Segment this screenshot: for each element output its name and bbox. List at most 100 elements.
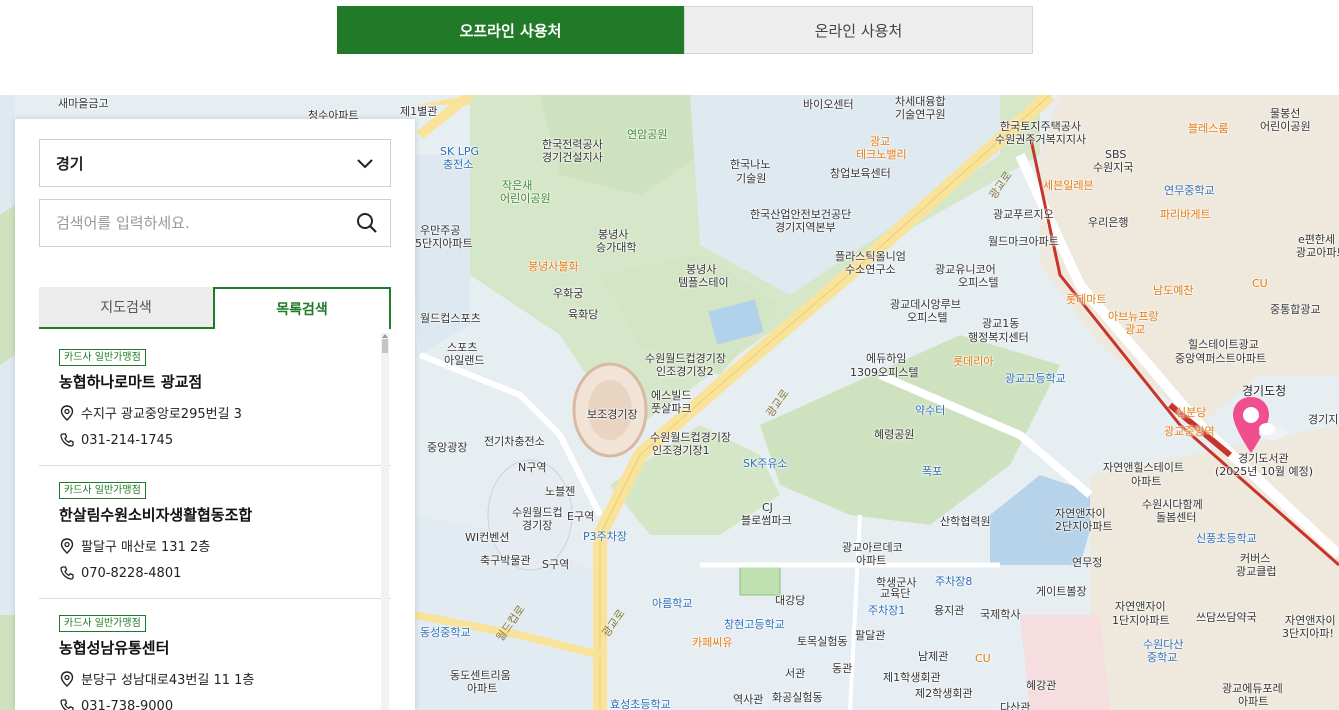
map-place-label: e편한세 [1298,233,1336,246]
map-place-label: 광교데시앙루브 [890,298,961,311]
phone-icon [59,565,75,581]
store-phone: 031-738-9000 [81,698,174,710]
map-place-label: 화공실험동 [772,691,823,704]
map-place-label: 어린이공원 [500,192,551,205]
map-place-label: 수소연구소 [845,263,896,276]
search-box [39,199,391,247]
map-place-label: 한국나노 [730,158,771,171]
map-place-label: 아파트 [1131,475,1162,488]
map-place-label: 창현고등학교 [724,618,785,631]
map-place-label: 롯데마트 [1066,293,1107,306]
map-place-label: 효성초등학교 [610,698,671,710]
map-place-label: 행정복지센터 [968,331,1029,344]
map-place-label: 우만주공 [420,224,461,237]
map-place-label: 전기차충전소 [484,435,545,448]
map-place-label: 롯데리아 [953,355,994,368]
map-place-label: 돌봄센터 [1156,511,1197,524]
map-place-label: 2단지아파트 [1055,520,1113,533]
map-place-label: 산학협력원 [940,515,991,528]
map-place-label: 광교아르데코 [842,541,903,554]
merchant-type-badge: 카드사 일반가맹점 [59,349,146,366]
map-place-label: 플라스틱올니엄 [835,250,906,263]
map-place-label: 주차장1 [868,604,906,617]
map-place-label: 세븐일레븐 [1043,179,1094,192]
map-place-label: 어린이공원 [1260,120,1311,133]
map-place-label: 스포츠 [447,341,478,354]
address-row: 수지구 광교중앙로295번길 3 [59,403,391,422]
store-list-panel: 경기 지도검색 목록검색 카드사 일반가맹점 농협하나로마트 광교점 수지구 광… [15,119,415,710]
store-name: 농협하나로마트 광교점 [59,373,203,391]
map-place-label: 에스빌드 [651,389,692,402]
tab-list-search[interactable]: 목록검색 [213,287,391,329]
map-place-label: 수원지국 [1093,161,1134,174]
map-place-label: 자연앤자이 [1115,600,1166,613]
map-place-label: 바이오센터 [803,98,854,111]
location-pin-icon [59,670,75,687]
phone-icon [59,698,75,710]
store-name: 농협성남유통센터 [59,639,170,657]
map-place-label: 충전소 [443,158,474,171]
map-place-label: 한국산업안전보건공단 [750,208,852,221]
map-place-label: 물봉선 [1270,107,1301,120]
search-input[interactable] [40,200,344,246]
map-place-label: 월드컵스포츠 [420,312,481,325]
map-place-label: 5단지아파트 [415,237,473,250]
map-place-label: 교육단 [880,587,911,600]
phone-row: 070-8228-4801 [59,565,391,581]
map-place-label: CU [975,652,991,665]
search-mode-tabs: 지도검색 목록검색 [39,287,391,329]
map-place-label: 우화궁 [553,287,584,300]
list-scrollbar[interactable] [381,333,389,710]
map-place-label: SK주유소 [743,457,788,470]
map-place-label: (2025년 10월 예정) [1215,465,1314,478]
map-place-label: 기술연구원 [895,108,946,121]
map-place-label: 광교유니코어 [935,263,996,276]
map-place-label: 우리은행 [1088,216,1129,229]
phone-row: 031-738-9000 [59,698,391,710]
map-place-label: 광교클럽 [1236,565,1277,578]
map-place-label: 기술원 [736,172,767,185]
map-place-label: 축구박물관 [480,554,531,567]
map-place-label: 아파트 [467,682,498,695]
map-place-label: 월드마크아파트 [988,235,1059,248]
map-place-label: 수원권주거복지지사 [995,133,1087,146]
map-place-label: 작은새 [502,179,533,192]
map-place-label: 다산관 [1000,701,1031,710]
tab-offline[interactable]: 오프라인 사용처 [337,6,684,54]
store-phone: 031-214-1745 [81,432,174,448]
map-place-label: 광교1동 [982,317,1020,330]
map-place-label: 대강당 [775,594,806,607]
location-marker[interactable] [1229,393,1293,461]
region-select[interactable]: 경기 [39,139,391,187]
map-place-label: 동성중학교 [420,626,471,639]
map-place-label: 광교에듀포레 [1222,682,1283,695]
list-item[interactable]: 카드사 일반가맹점 한살림수원소비자생활협동조합 팔달구 매산로 131 2층 … [39,466,391,599]
region-select-value: 경기 [56,154,84,173]
map-place-label: 수원월드컵 [512,506,563,519]
map-place-label: SK LPG [440,145,479,158]
map-place-label: WI컨벤션 [465,531,510,544]
scrollbar-thumb[interactable] [382,339,388,353]
map-place-label: CU [1252,277,1268,290]
location-pin-icon [59,404,75,421]
map-place-label: 경기건설지사 [542,151,603,164]
map-place-label: 자연앤자이 [1285,614,1336,627]
map-place-label: 제1학생회관 [883,671,941,684]
map-place-label: 연무정 [1072,556,1103,569]
tab-map-search[interactable]: 지도검색 [39,287,213,329]
map-place-label: 수원월드컵경기장 [650,431,731,444]
offline-online-tabs: 오프라인 사용처 온라인 사용처 [337,6,1033,54]
search-button[interactable] [344,200,390,246]
map-place-label: 혜령공원 [874,428,915,441]
store-phone: 070-8228-4801 [81,565,182,581]
map-place-label: 제1별관 [400,105,438,118]
list-item[interactable]: 카드사 일반가맹점 농협하나로마트 광교점 수지구 광교중앙로295번길 3 0… [39,333,391,466]
map-place-label: 신풍초등학교 [1196,532,1257,545]
map-place-label: 자연앤자이 [1055,507,1106,520]
phone-row: 031-214-1745 [59,432,391,448]
map-place-label: 풋살파크 [651,402,692,415]
list-item[interactable]: 카드사 일반가맹점 농협성남유통센터 분당구 성남대로43번길 11 1층 03… [39,599,391,710]
merchant-type-badge: 카드사 일반가맹점 [59,615,146,632]
map-place-label: 신분당 [1176,406,1207,419]
tab-online[interactable]: 온라인 사용처 [684,6,1033,54]
